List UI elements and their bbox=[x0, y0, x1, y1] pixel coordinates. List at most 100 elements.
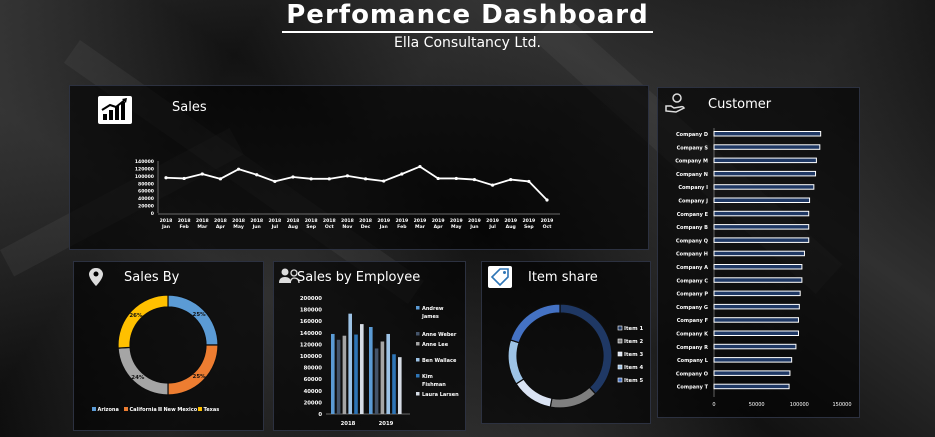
legend-swatch bbox=[416, 392, 420, 396]
customer-bar bbox=[713, 383, 790, 390]
x-tick-month: Mar bbox=[415, 224, 426, 230]
sales-point bbox=[291, 175, 295, 179]
employee-bar bbox=[386, 333, 390, 414]
y-tick-label: 120000 bbox=[300, 342, 322, 348]
customer-bar bbox=[713, 317, 799, 323]
category-label: Company T bbox=[677, 385, 709, 391]
customer-bar bbox=[713, 184, 815, 190]
x-tick-month: Jul bbox=[488, 224, 496, 230]
y-tick-label: 60000 bbox=[304, 377, 323, 383]
legend-swatch bbox=[416, 374, 420, 378]
item-slice bbox=[507, 339, 525, 385]
sales-point bbox=[345, 174, 350, 178]
y-tick-label: 80000 bbox=[138, 181, 154, 187]
x-tick-month: Feb bbox=[397, 224, 407, 230]
sales-panel: Sales 0 20000 40000 60000 80000 100000 120000 1… bbox=[69, 85, 649, 250]
employee-bar bbox=[380, 341, 385, 414]
category-label: Company M bbox=[675, 159, 708, 165]
customer-bar bbox=[713, 224, 810, 230]
legend-label: Item 3 bbox=[624, 352, 643, 358]
x-tick-year: 2019 bbox=[414, 218, 427, 224]
legend-label: Andrew bbox=[422, 306, 444, 312]
x-tick-month: Dec bbox=[361, 224, 371, 230]
item-slice bbox=[559, 303, 613, 395]
x-tick-month: May bbox=[233, 224, 244, 230]
legend-label: Kim bbox=[422, 374, 433, 380]
sales-point bbox=[472, 177, 477, 182]
x-tick-month: Sep bbox=[524, 224, 534, 230]
sales-point bbox=[327, 177, 331, 181]
legend-label: Anne Weber bbox=[422, 332, 457, 338]
legend-swatch bbox=[617, 351, 623, 357]
dashboard-header: Perfomance Dashboard bbox=[0, 0, 935, 33]
employee-bar bbox=[336, 339, 341, 414]
x-tick-month: Sep bbox=[306, 224, 316, 230]
x-tick-month: Jan bbox=[379, 224, 388, 230]
x-tick-month: Mar bbox=[197, 224, 208, 230]
sales-point bbox=[182, 176, 186, 181]
legend-swatch bbox=[416, 342, 420, 346]
customer-bar bbox=[713, 250, 805, 257]
region-slice bbox=[167, 294, 219, 346]
y-tick-label: 180000 bbox=[300, 308, 322, 314]
y-tick-label: 0 bbox=[151, 211, 154, 217]
x-tick-year: 2019 bbox=[541, 218, 554, 224]
sales-point bbox=[454, 176, 458, 181]
customer-bar bbox=[713, 290, 801, 297]
x-tick-year: 2019 bbox=[432, 218, 445, 224]
category-label: Company G bbox=[676, 305, 708, 311]
category-label: Company E bbox=[677, 212, 709, 218]
sales-point bbox=[236, 167, 241, 171]
employee-bar bbox=[374, 348, 379, 414]
x-tick-year: 2018 bbox=[323, 218, 336, 224]
legend-swatch bbox=[617, 325, 623, 331]
item-panel: Item share Item 1 Item 2 Item 3 Item 4 Item … bbox=[481, 261, 651, 424]
sales-point bbox=[273, 179, 277, 184]
legend-label: Item 1 bbox=[624, 326, 643, 332]
x-tick-month: Oct bbox=[325, 224, 335, 230]
customer-bar bbox=[713, 131, 822, 137]
sales-point bbox=[545, 198, 549, 202]
legend-label: Fishman bbox=[422, 382, 446, 388]
category-label: Company I bbox=[678, 185, 708, 191]
sales-point bbox=[400, 172, 404, 176]
x-tick-year: 2018 bbox=[341, 218, 354, 224]
customer-bar bbox=[713, 303, 800, 310]
y-tick-label: 160000 bbox=[300, 319, 322, 325]
category-label: Company H bbox=[676, 252, 708, 258]
item-slice bbox=[509, 303, 561, 344]
sales-point bbox=[309, 177, 313, 181]
category-label: Company N bbox=[676, 172, 708, 178]
sales-point bbox=[490, 183, 495, 187]
y-tick-label: 100000 bbox=[135, 174, 154, 180]
y-tick-label: 200000 bbox=[300, 296, 322, 302]
x-tick-month: Aug bbox=[288, 224, 298, 230]
x-tick-label: 50000 bbox=[749, 402, 765, 408]
legend-label: Ben Wallace bbox=[422, 358, 457, 364]
category-label: Company S bbox=[677, 145, 709, 151]
x-tick-year: 2019 bbox=[395, 218, 408, 224]
y-tick-label: 20000 bbox=[138, 204, 154, 210]
x-tick-month: Nov bbox=[342, 224, 352, 230]
x-tick-year: 2018 bbox=[232, 218, 245, 224]
category-label: Company P bbox=[677, 292, 709, 298]
customer-bar bbox=[713, 264, 803, 270]
legend-label: California bbox=[130, 407, 157, 413]
x-tick-year: 2019 bbox=[522, 218, 535, 224]
y-tick-label: 80000 bbox=[304, 366, 323, 372]
customer-panel: Customer Company D Company S Company M Comp… bbox=[657, 87, 860, 418]
employee-bar bbox=[369, 327, 373, 414]
category-label: Company K bbox=[676, 332, 709, 338]
employee-bar bbox=[392, 354, 396, 414]
category-label: Company C bbox=[677, 278, 709, 284]
legend-label: Item 4 bbox=[624, 365, 643, 371]
sales-point bbox=[527, 179, 531, 184]
category-label: Company Q bbox=[676, 238, 708, 244]
x-tick-label: 2018 bbox=[341, 421, 356, 427]
region-slice bbox=[167, 344, 219, 396]
x-tick-month: Apr bbox=[434, 224, 444, 230]
x-tick-label: 0 bbox=[712, 402, 715, 408]
region-slice bbox=[117, 294, 169, 349]
sales-point bbox=[200, 172, 204, 176]
y-tick-label: 40000 bbox=[304, 389, 323, 395]
